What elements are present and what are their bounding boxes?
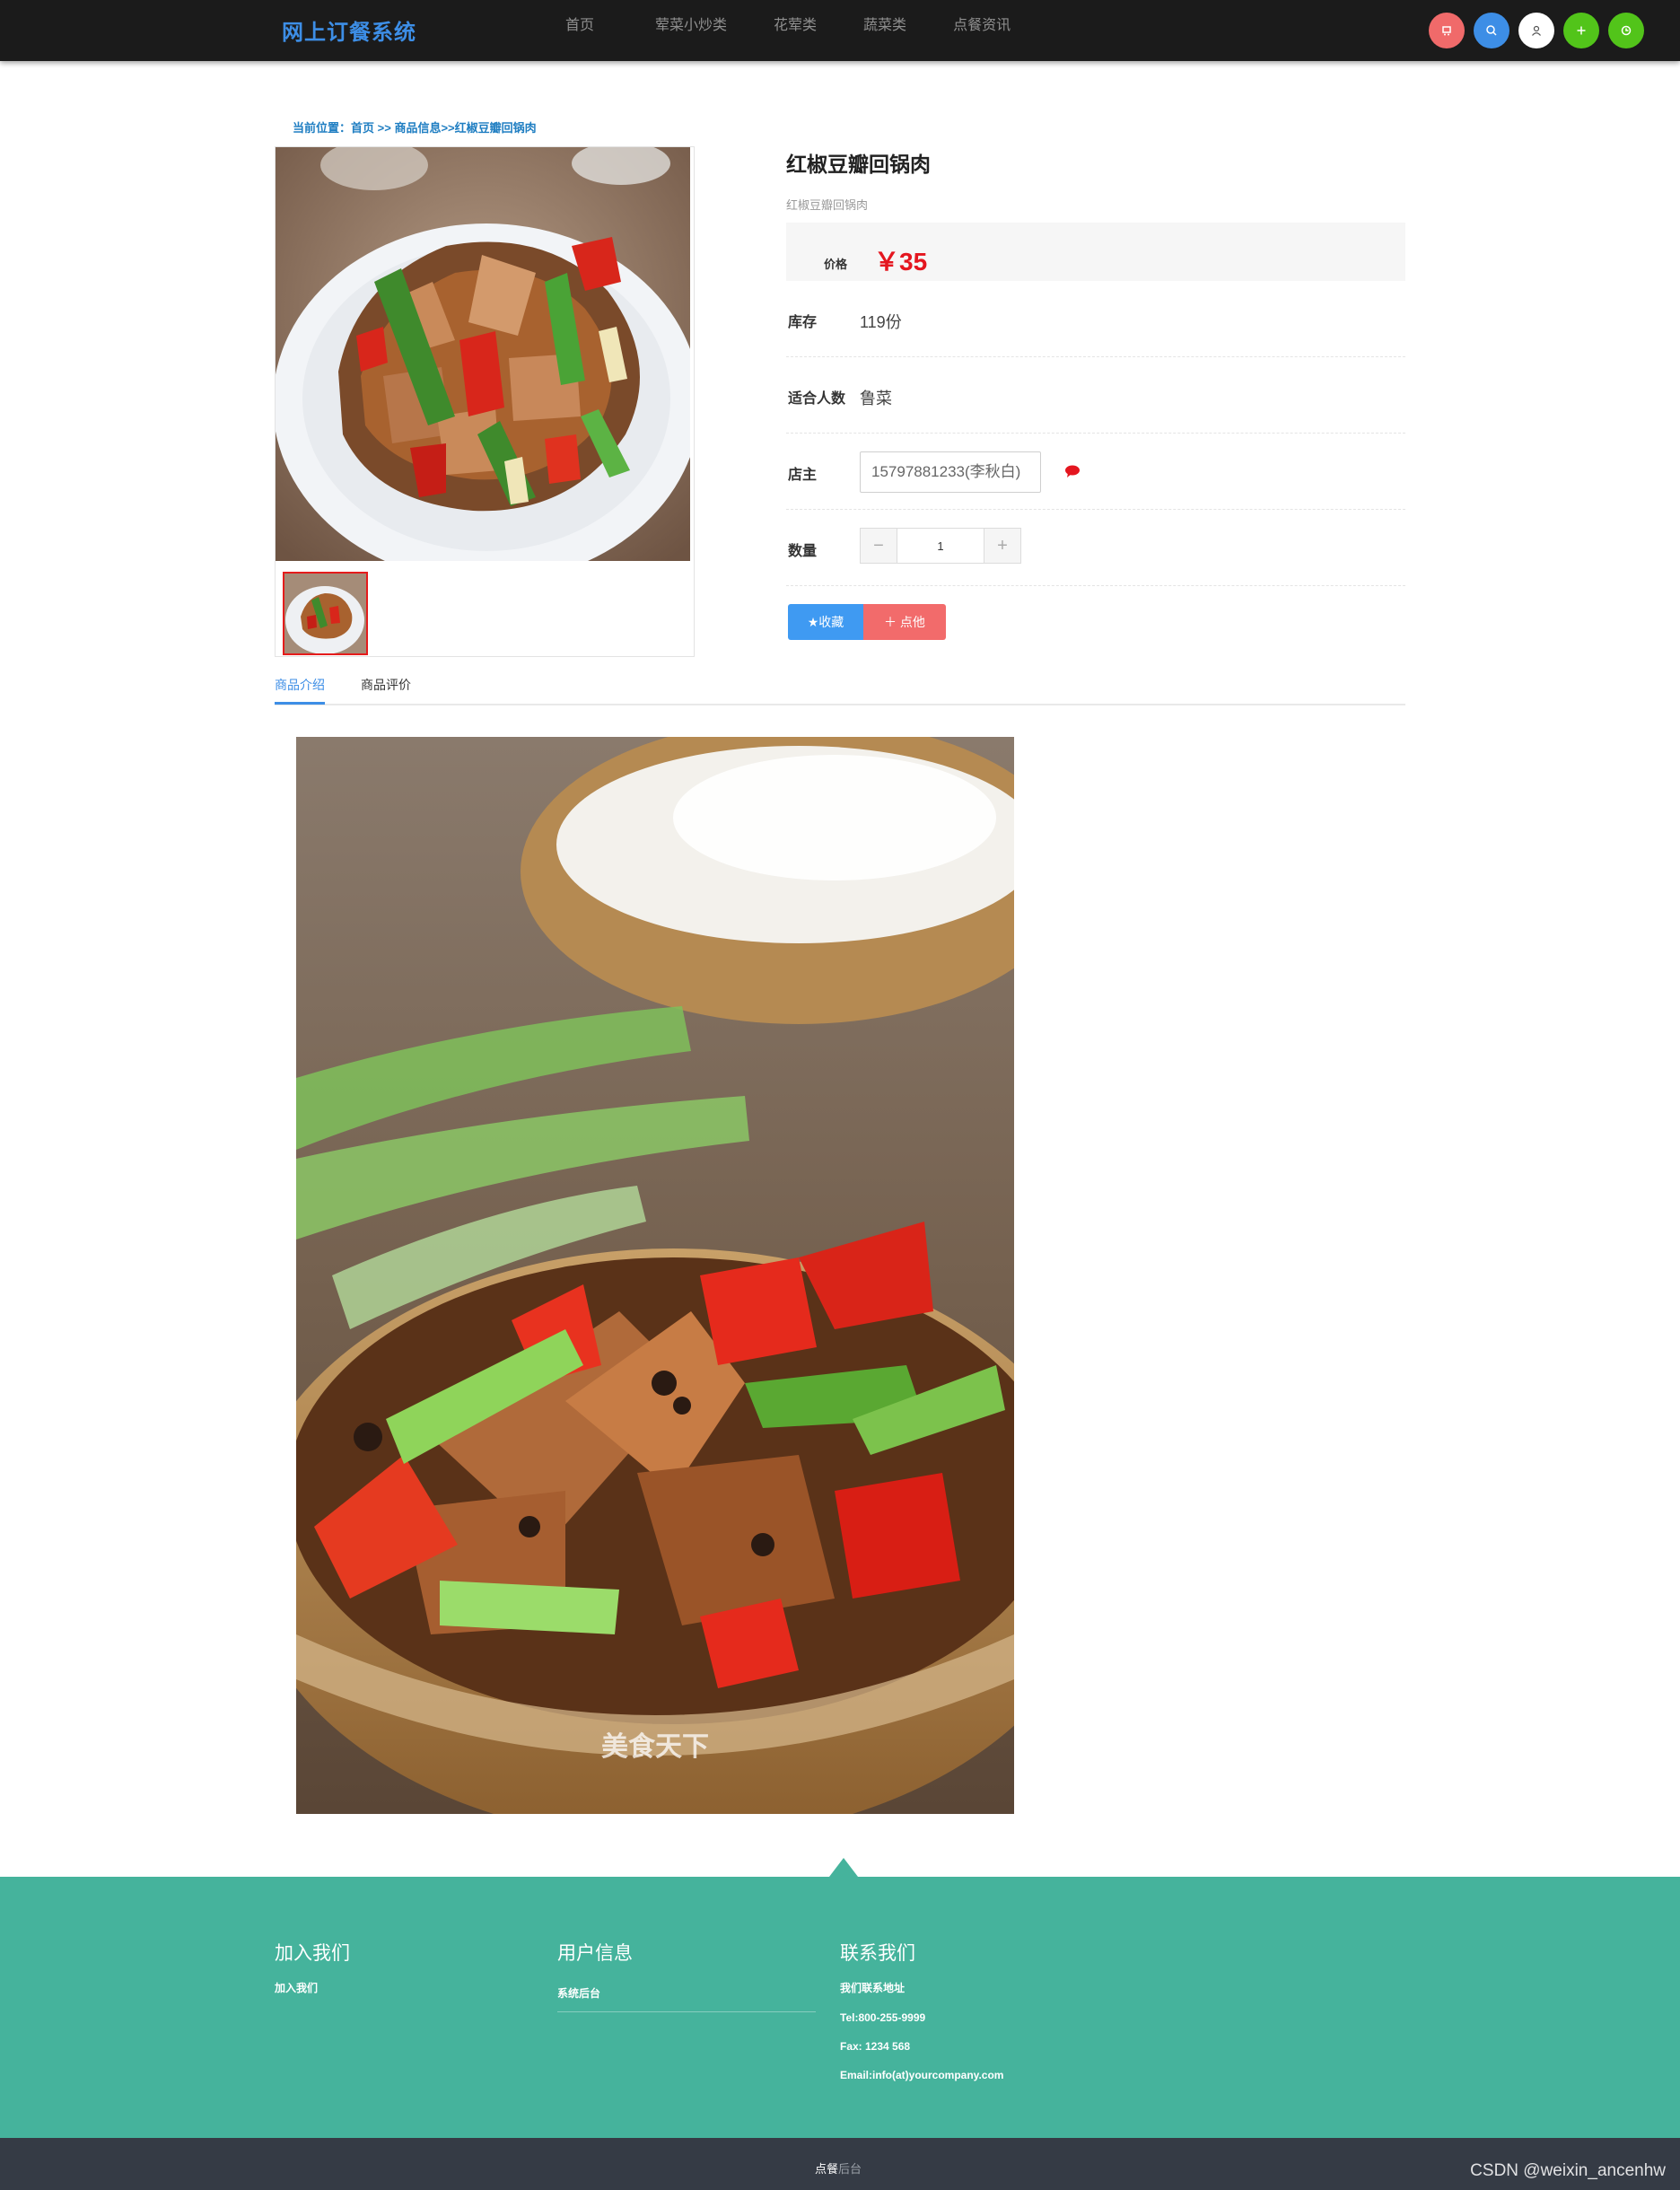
stock-value: 119份 [860,313,902,331]
breadcrumb-separator: >> [374,121,395,135]
csdn-watermark: CSDN @weixin_ancenhw [1470,2161,1666,2180]
owner-contact-field[interactable]: 15797881233(李秋白) [860,451,1041,493]
detail-image-watermark: 美食天下 [601,1731,709,1763]
serves-value: 鲁菜 [860,390,892,407]
footer-link-admin[interactable]: 系统后台 [557,1985,816,2001]
bottom-bar: 点餐后台 [0,2138,1680,2190]
product-thumbnail[interactable] [283,572,368,655]
clock-icon[interactable] [1608,13,1644,48]
breadcrumb-section-link[interactable]: 商品信息 [394,121,441,135]
top-navbar: 网上订餐系统 首页 荤菜小炒类 花荤类 蔬菜类 点餐资讯 [0,0,1680,61]
footer-contact-email: Email:info(at)yourcompany.com [840,2069,1004,2081]
price-label: 价格 [824,258,848,271]
breadcrumb-home-link[interactable]: 首页 [351,121,374,135]
breadcrumb-label: 当前位置： [293,121,352,135]
product-gallery [275,146,695,657]
bottom-bar-text: 点餐后台 [815,2159,862,2177]
footer-col-title: 加入我们 [275,1943,350,1964]
serves-row: 适合人数 鲁菜 [786,357,1405,434]
price-value: ￥35 [874,248,928,276]
order-button[interactable]: ＋ 点他 [863,604,946,640]
brand-logo[interactable]: 网上订餐系统 [282,14,416,46]
quantity-label: 数量 [788,544,818,559]
cart-icon[interactable] [1429,13,1465,48]
search-icon[interactable] [1474,13,1509,48]
nav-item-home[interactable]: 首页 [565,0,594,61]
add-icon[interactable] [1563,13,1599,48]
nav-item-news[interactable]: 点餐资讯 [953,0,1011,61]
stock-label: 库存 [788,315,818,330]
nav-item-vegetable[interactable]: 蔬菜类 [863,0,906,61]
price-box: 价格 ￥35 [786,223,1405,281]
favorite-button[interactable]: ★收藏 [788,604,863,640]
breadcrumb-separator: >> [441,121,455,135]
footer-contact-fax: Fax: 1234 568 [840,2040,911,2053]
user-icon[interactable] [1518,13,1554,48]
footer-col-user: 用户信息 系统后台 [557,1939,816,2012]
quantity-input[interactable] [897,529,984,563]
breadcrumb-current[interactable]: 红椒豆瓣回锅肉 [455,121,537,135]
breadcrumb: 当前位置：首页 >> 商品信息>>红椒豆瓣回锅肉 [293,118,537,136]
footer-col-title: 用户信息 [557,1943,633,1964]
footer-divider [557,2011,816,2012]
product-detail-image: 美食天下 [296,737,1014,1814]
header-icon-group [1429,13,1653,48]
footer-col-title: 联系我们 [840,1943,915,1964]
product-title: 红椒豆瓣回锅肉 [786,153,931,176]
product-main-image [276,147,690,561]
owner-row: 店主 15797881233(李秋白) [786,434,1405,510]
tab-product-intro[interactable]: 商品介绍 [275,676,325,705]
tab-product-reviews[interactable]: 商品评价 [361,676,411,705]
owner-label: 店主 [788,468,818,483]
quantity-increment-button[interactable]: + [984,529,1020,563]
quantity-row: 数量 − + [786,510,1405,586]
main-nav: 首页 荤菜小炒类 花荤类 蔬菜类 点餐资讯 [538,0,1011,61]
quantity-stepper: − + [860,528,1021,564]
chat-bubble-icon[interactable] [1064,464,1081,483]
footer-link-join[interactable]: 加入我们 [275,1980,350,1995]
product-tabs: 商品介绍 商品评价 [275,676,1405,705]
quantity-decrement-button[interactable]: − [861,529,897,563]
footer-col-contact: 联系我们 我们联系地址 Tel:800-255-9999 Fax: 1234 5… [840,1939,1003,2098]
footer-col-join: 加入我们 加入我们 [275,1939,350,2011]
stock-row: 库存 119份 [786,281,1405,357]
serves-label: 适合人数 [788,391,846,407]
bottom-bar-prefix: 点餐 [815,2162,839,2176]
nav-item-mixed[interactable]: 花荤类 [774,0,817,61]
footer-contact-address: 我们联系地址 [840,1982,906,1994]
footer-notch [829,1858,858,1877]
bottom-bar-suffix: 后台 [838,2162,862,2176]
footer-contact-tel: Tel:800-255-9999 [840,2011,926,2024]
product-subtitle: 红椒豆瓣回锅肉 [786,198,869,212]
nav-item-meat-stirfry[interactable]: 荤菜小炒类 [655,0,727,61]
